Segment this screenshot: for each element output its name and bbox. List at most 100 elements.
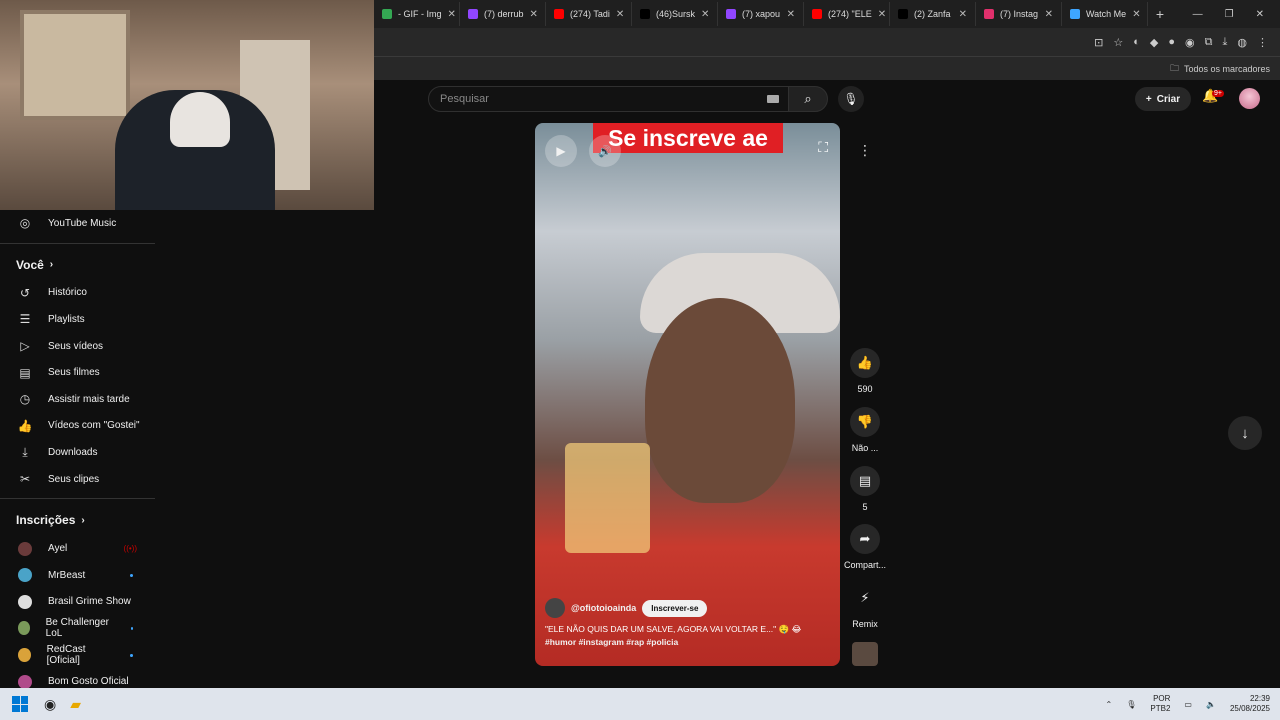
sidebar-voce-header[interactable]: Você › <box>0 250 155 280</box>
sidebar-item-playlist[interactable]: ☰ Playlists <box>0 306 155 333</box>
subscribe-button[interactable]: Inscrever-se <box>642 599 708 617</box>
sidebar-item-clock[interactable]: ◷ Assistir mais tarde <box>0 386 155 413</box>
search-button[interactable]: ⌕ <box>788 86 828 112</box>
sidebar-item-film[interactable]: ▤ Seus filmes <box>0 359 155 386</box>
thumb-up-icon[interactable]: 👍 <box>850 348 880 378</box>
tab-close-icon[interactable]: ✕ <box>448 9 456 20</box>
star-icon[interactable]: ☆ <box>1113 36 1123 49</box>
extension-icon[interactable]: ◉ <box>1185 36 1195 49</box>
channel-avatar <box>18 594 32 609</box>
mic-icon: 🎙 <box>843 92 859 106</box>
subscription-item[interactable]: Brasil Grime Show <box>0 589 155 616</box>
speaker-icon[interactable]: 🔈 <box>1206 700 1216 709</box>
tab-close-icon[interactable]: ✕ <box>616 9 624 20</box>
windows-start-icon[interactable] <box>12 696 28 712</box>
clock[interactable]: 22:39 25/08/2025 <box>1230 694 1270 713</box>
folder-icon: 🗀 <box>1169 62 1179 73</box>
minimize-icon[interactable]: — <box>1193 9 1203 20</box>
sidebar-item-label: Downloads <box>48 446 98 458</box>
sidebar-item-history[interactable]: ↺ Histórico <box>0 280 155 307</box>
sidebar-item-scissors[interactable]: ✂ Seus clipes <box>0 466 155 493</box>
volume-icon: 🔊 <box>598 145 612 158</box>
close-window-icon[interactable]: ✕ <box>1256 9 1264 20</box>
tab-5[interactable]: (274) "ELE ✕ <box>804 2 890 26</box>
tab-close-icon[interactable]: ✕ <box>878 9 886 20</box>
windows-taskbar: ◉ ▰ ⌃ 🎙 POR PTB2 ▭ 🔈 22:39 25/08/2025 <box>0 688 1280 720</box>
share-action[interactable]: ➦ Compart... <box>840 524 890 570</box>
extension-icon[interactable]: ● <box>1168 36 1175 48</box>
new-tab-button[interactable]: + <box>1148 6 1172 22</box>
subscription-item[interactable]: MrBeast <box>0 562 155 589</box>
sidebar-inscricoes-header[interactable]: Inscrições › <box>0 505 155 535</box>
tab-7[interactable]: (7) Instag ✕ <box>976 2 1062 26</box>
subscription-item[interactable]: RedCast [Oficial] <box>0 642 155 669</box>
sidebar-item-download[interactable]: ⤓ Downloads <box>0 439 155 466</box>
network-icon[interactable]: ▭ <box>1184 700 1192 709</box>
user-avatar[interactable] <box>1239 88 1260 109</box>
all-bookmarks[interactable]: Todos os marcadores <box>1184 64 1270 74</box>
comment-icon[interactable]: ▤ <box>850 466 880 496</box>
remix-action[interactable]: ⚡ Remix <box>840 583 890 629</box>
sidebar-item-label: Playlists <box>48 313 85 325</box>
mic-tray-icon[interactable]: 🎙 <box>1126 700 1136 709</box>
subscription-item[interactable]: Ayel ((•)) <box>0 535 155 562</box>
fullscreen-icon[interactable]: ⛶ <box>818 139 828 156</box>
profile-icon[interactable]: ◍ <box>1237 36 1247 49</box>
tab-close-icon[interactable]: ✕ <box>1132 9 1140 20</box>
new-content-dot <box>130 653 133 657</box>
download-icon: ⤓ <box>22 444 28 459</box>
voice-search-button[interactable]: 🎙 <box>838 86 864 112</box>
tab-1[interactable]: (7) derrub ✕ <box>460 2 546 26</box>
tab-label: (7) Instag <box>1000 9 1039 19</box>
youtube-music-icon: ◎ <box>19 216 31 231</box>
restore-icon[interactable]: ❐ <box>1225 9 1234 20</box>
remix-icon[interactable]: ⚡ <box>850 583 880 613</box>
tab-8[interactable]: Watch Me ✕ <box>1062 2 1148 26</box>
menu-dots-icon[interactable]: ⋮ <box>1257 36 1268 49</box>
download-icon[interactable]: ⤓ <box>1223 36 1228 49</box>
keyboard-icon[interactable] <box>767 95 779 103</box>
share-icon[interactable]: ➦ <box>850 524 880 554</box>
short-video-player[interactable]: Se inscreve ae ▶ 🔊 ⛶ @ofiotoioainda Insc… <box>535 123 840 666</box>
tab-0[interactable]: - GIF - Img ✕ <box>374 2 460 26</box>
chrome-icon[interactable]: ◉ <box>44 696 56 713</box>
create-button[interactable]: + Criar <box>1135 87 1191 111</box>
sound-thumbnail[interactable] <box>852 642 878 666</box>
subscription-item[interactable]: Be Challenger LoL <box>0 615 155 642</box>
volume-button[interactable]: 🔊 <box>589 135 621 167</box>
tab-close-icon[interactable]: ✕ <box>530 9 538 20</box>
search-input[interactable]: Pesquisar <box>428 86 790 112</box>
install-icon[interactable]: ⊡ <box>1094 36 1103 49</box>
like-action[interactable]: 👍 590 <box>840 348 890 394</box>
tab-close-icon[interactable]: ✕ <box>787 9 795 20</box>
tab-2[interactable]: (274) Tadi ✕ <box>546 2 632 26</box>
tab-close-icon[interactable]: ✕ <box>1045 9 1053 20</box>
language-indicator[interactable]: POR PTB2 <box>1150 694 1170 713</box>
more-options-icon[interactable]: ⋮ <box>852 137 878 163</box>
tab-3[interactable]: (46)Sursk ✕ <box>632 2 718 26</box>
subscription-label: Ayel <box>48 543 68 555</box>
tab-4[interactable]: (7) xapou ✕ <box>718 2 804 26</box>
comments-action[interactable]: ▤ 5 <box>840 466 890 512</box>
sidebar-item-thumb-up[interactable]: 👍 Vídeos com "Gostei" <box>0 413 155 440</box>
tab-6[interactable]: (2) Zanfa ✕ <box>890 2 976 26</box>
channel-avatar[interactable] <box>545 598 565 618</box>
file-explorer-icon[interactable]: ▰ <box>70 696 81 713</box>
dislike-action[interactable]: 👎 Não ... <box>840 407 890 453</box>
live-icon: ((•)) <box>123 544 137 554</box>
sidebar-item-youtube-music[interactable]: ◎ YouTube Music <box>0 210 155 237</box>
video-hashtags[interactable]: #humor #instagram #rap #policia <box>545 637 678 647</box>
play-button[interactable]: ▶ <box>545 135 577 167</box>
next-video-button[interactable]: ↓ <box>1228 416 1262 450</box>
extension-icon[interactable]: ◆ <box>1150 36 1158 49</box>
thumb-down-icon[interactable]: 👎 <box>850 407 880 437</box>
extensions-puzzle-icon[interactable]: ⧉ <box>1205 36 1213 49</box>
channel-name[interactable]: @ofiotoioainda <box>571 603 636 613</box>
tab-close-icon[interactable]: ✕ <box>959 9 967 20</box>
playlist-icon: ☰ <box>19 312 31 327</box>
tab-close-icon[interactable]: ✕ <box>701 9 709 20</box>
chevron-right-icon: › <box>81 514 85 526</box>
chevron-up-icon[interactable]: ⌃ <box>1106 700 1113 709</box>
extension-icon[interactable]: ◐ <box>1133 36 1140 48</box>
sidebar-item-video[interactable]: ▷ Seus vídeos <box>0 333 155 360</box>
